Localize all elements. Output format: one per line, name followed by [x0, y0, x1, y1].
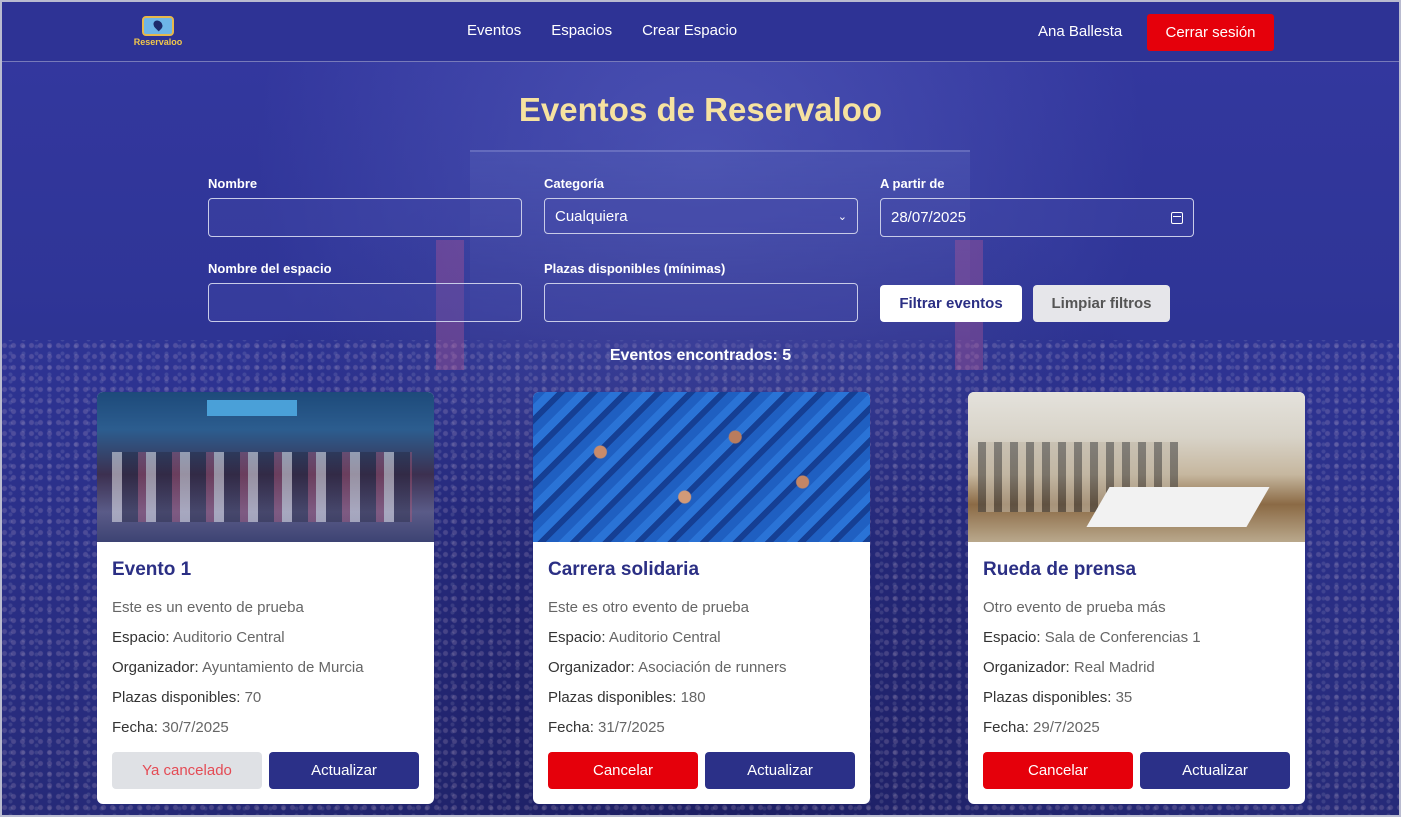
event-card: Evento 1 Este es un evento de prueba Esp… [97, 392, 434, 804]
seats-label: Plazas disponibles: [983, 689, 1112, 706]
cancel-button[interactable]: Cancelar [548, 752, 698, 789]
space-label: Nombre del espacio [208, 261, 332, 276]
seats-label: Plazas disponibles: [112, 689, 241, 706]
name-label: Nombre [208, 176, 258, 191]
nav-link-eventos[interactable]: Eventos [467, 22, 521, 39]
event-card: Rueda de prensa Otro evento de prueba má… [968, 392, 1305, 804]
date-label: Fecha: [983, 719, 1029, 736]
event-space: Espacio: Auditorio Central [112, 623, 419, 653]
update-button[interactable]: Actualizar [269, 752, 419, 789]
space-value: Auditorio Central [608, 629, 721, 646]
event-image [97, 392, 434, 542]
update-button[interactable]: Actualizar [1140, 752, 1290, 789]
seats-label: Plazas disponibles: [548, 689, 677, 706]
event-card: Carrera solidaria Este es otro evento de… [533, 392, 870, 804]
event-title[interactable]: Evento 1 [112, 559, 419, 581]
event-organizer: Organizador: Real Madrid [983, 653, 1290, 683]
clear-filters-button[interactable]: Limpiar filtros [1033, 285, 1170, 322]
date-input[interactable]: 28/07/2025 [880, 198, 1194, 237]
name-input[interactable] [208, 198, 522, 237]
category-select[interactable]: Cualquiera ⌄ [544, 198, 858, 234]
date-label: Fecha: [548, 719, 594, 736]
date-filter: A partir de 28/07/2025 [880, 176, 1194, 237]
space-label: Espacio: [112, 629, 170, 646]
event-image [533, 392, 870, 542]
cancel-button[interactable]: Cancelar [983, 752, 1133, 789]
organizer-label: Organizador: [983, 659, 1070, 676]
organizer-value: Asociación de runners [638, 659, 787, 676]
date-value: 31/7/2025 [598, 719, 665, 736]
navbar: Reservaloo Eventos Espacios Crear Espaci… [2, 2, 1399, 62]
seats-input[interactable] [544, 283, 858, 322]
space-value: Sala de Conferencias 1 [1044, 629, 1201, 646]
event-seats: Plazas disponibles: 35 [983, 683, 1290, 713]
event-date: Fecha: 31/7/2025 [548, 713, 855, 743]
page-title: Eventos de Reservaloo [518, 91, 883, 128]
event-image [968, 392, 1305, 542]
event-description: Este es otro evento de prueba [548, 599, 749, 616]
cancelled-button[interactable]: Ya cancelado [112, 752, 262, 789]
organizer-label: Organizador: [548, 659, 635, 676]
category-label: Categoría [544, 176, 604, 191]
date-value: 28/07/2025 [891, 209, 967, 226]
space-value: Auditorio Central [172, 629, 285, 646]
space-label: Espacio: [983, 629, 1041, 646]
event-seats: Plazas disponibles: 180 [548, 683, 855, 713]
logout-button[interactable]: Cerrar sesión [1147, 14, 1274, 51]
space-label: Espacio: [548, 629, 606, 646]
space-input[interactable] [208, 283, 522, 322]
filter-events-button[interactable]: Filtrar eventos [880, 285, 1022, 322]
chevron-down-icon: ⌄ [837, 210, 847, 223]
category-value: Cualquiera [555, 207, 628, 225]
organizer-value: Ayuntamiento de Murcia [202, 659, 364, 676]
event-title[interactable]: Rueda de prensa [983, 559, 1290, 581]
card-actions: Cancelar Actualizar [548, 752, 855, 789]
date-value: 30/7/2025 [162, 719, 229, 736]
event-description: Otro evento de prueba más [983, 599, 1166, 616]
ticket-icon [142, 16, 174, 36]
name-filter: Nombre [208, 176, 522, 237]
seats-value: 35 [1115, 689, 1133, 706]
user-name: Ana Ballesta [1038, 23, 1123, 40]
seats-value: 70 [244, 689, 262, 706]
logo[interactable]: Reservaloo [132, 16, 184, 52]
calendar-icon[interactable] [1171, 211, 1183, 224]
date-label: A partir de [880, 176, 945, 191]
category-filter: Categoría Cualquiera ⌄ [544, 176, 858, 234]
event-date: Fecha: 29/7/2025 [983, 713, 1290, 743]
seats-label: Plazas disponibles (mínimas) [544, 261, 726, 276]
logo-text: Reservaloo [133, 37, 183, 47]
nav-links: Eventos Espacios Crear Espacio [467, 22, 737, 39]
space-filter: Nombre del espacio [208, 261, 522, 322]
event-date: Fecha: 30/7/2025 [112, 713, 419, 743]
event-title[interactable]: Carrera solidaria [548, 559, 855, 581]
event-organizer: Organizador: Asociación de runners [548, 653, 855, 683]
results-count: Eventos encontrados: 5 [609, 347, 792, 364]
nav-link-crear-espacio[interactable]: Crear Espacio [642, 22, 737, 39]
event-seats: Plazas disponibles: 70 [112, 683, 419, 713]
date-value: 29/7/2025 [1033, 719, 1100, 736]
event-description: Este es un evento de prueba [112, 599, 304, 616]
event-organizer: Organizador: Ayuntamiento de Murcia [112, 653, 419, 683]
card-actions: Ya cancelado Actualizar [112, 752, 419, 789]
event-space: Espacio: Auditorio Central [548, 623, 855, 653]
organizer-value: Real Madrid [1073, 659, 1155, 676]
seats-value: 180 [680, 689, 706, 706]
card-actions: Cancelar Actualizar [983, 752, 1290, 789]
event-space: Espacio: Sala de Conferencias 1 [983, 623, 1290, 653]
update-button[interactable]: Actualizar [705, 752, 855, 789]
organizer-label: Organizador: [112, 659, 199, 676]
nav-link-espacios[interactable]: Espacios [551, 22, 612, 39]
date-label: Fecha: [112, 719, 158, 736]
seats-filter: Plazas disponibles (mínimas) [544, 261, 858, 322]
